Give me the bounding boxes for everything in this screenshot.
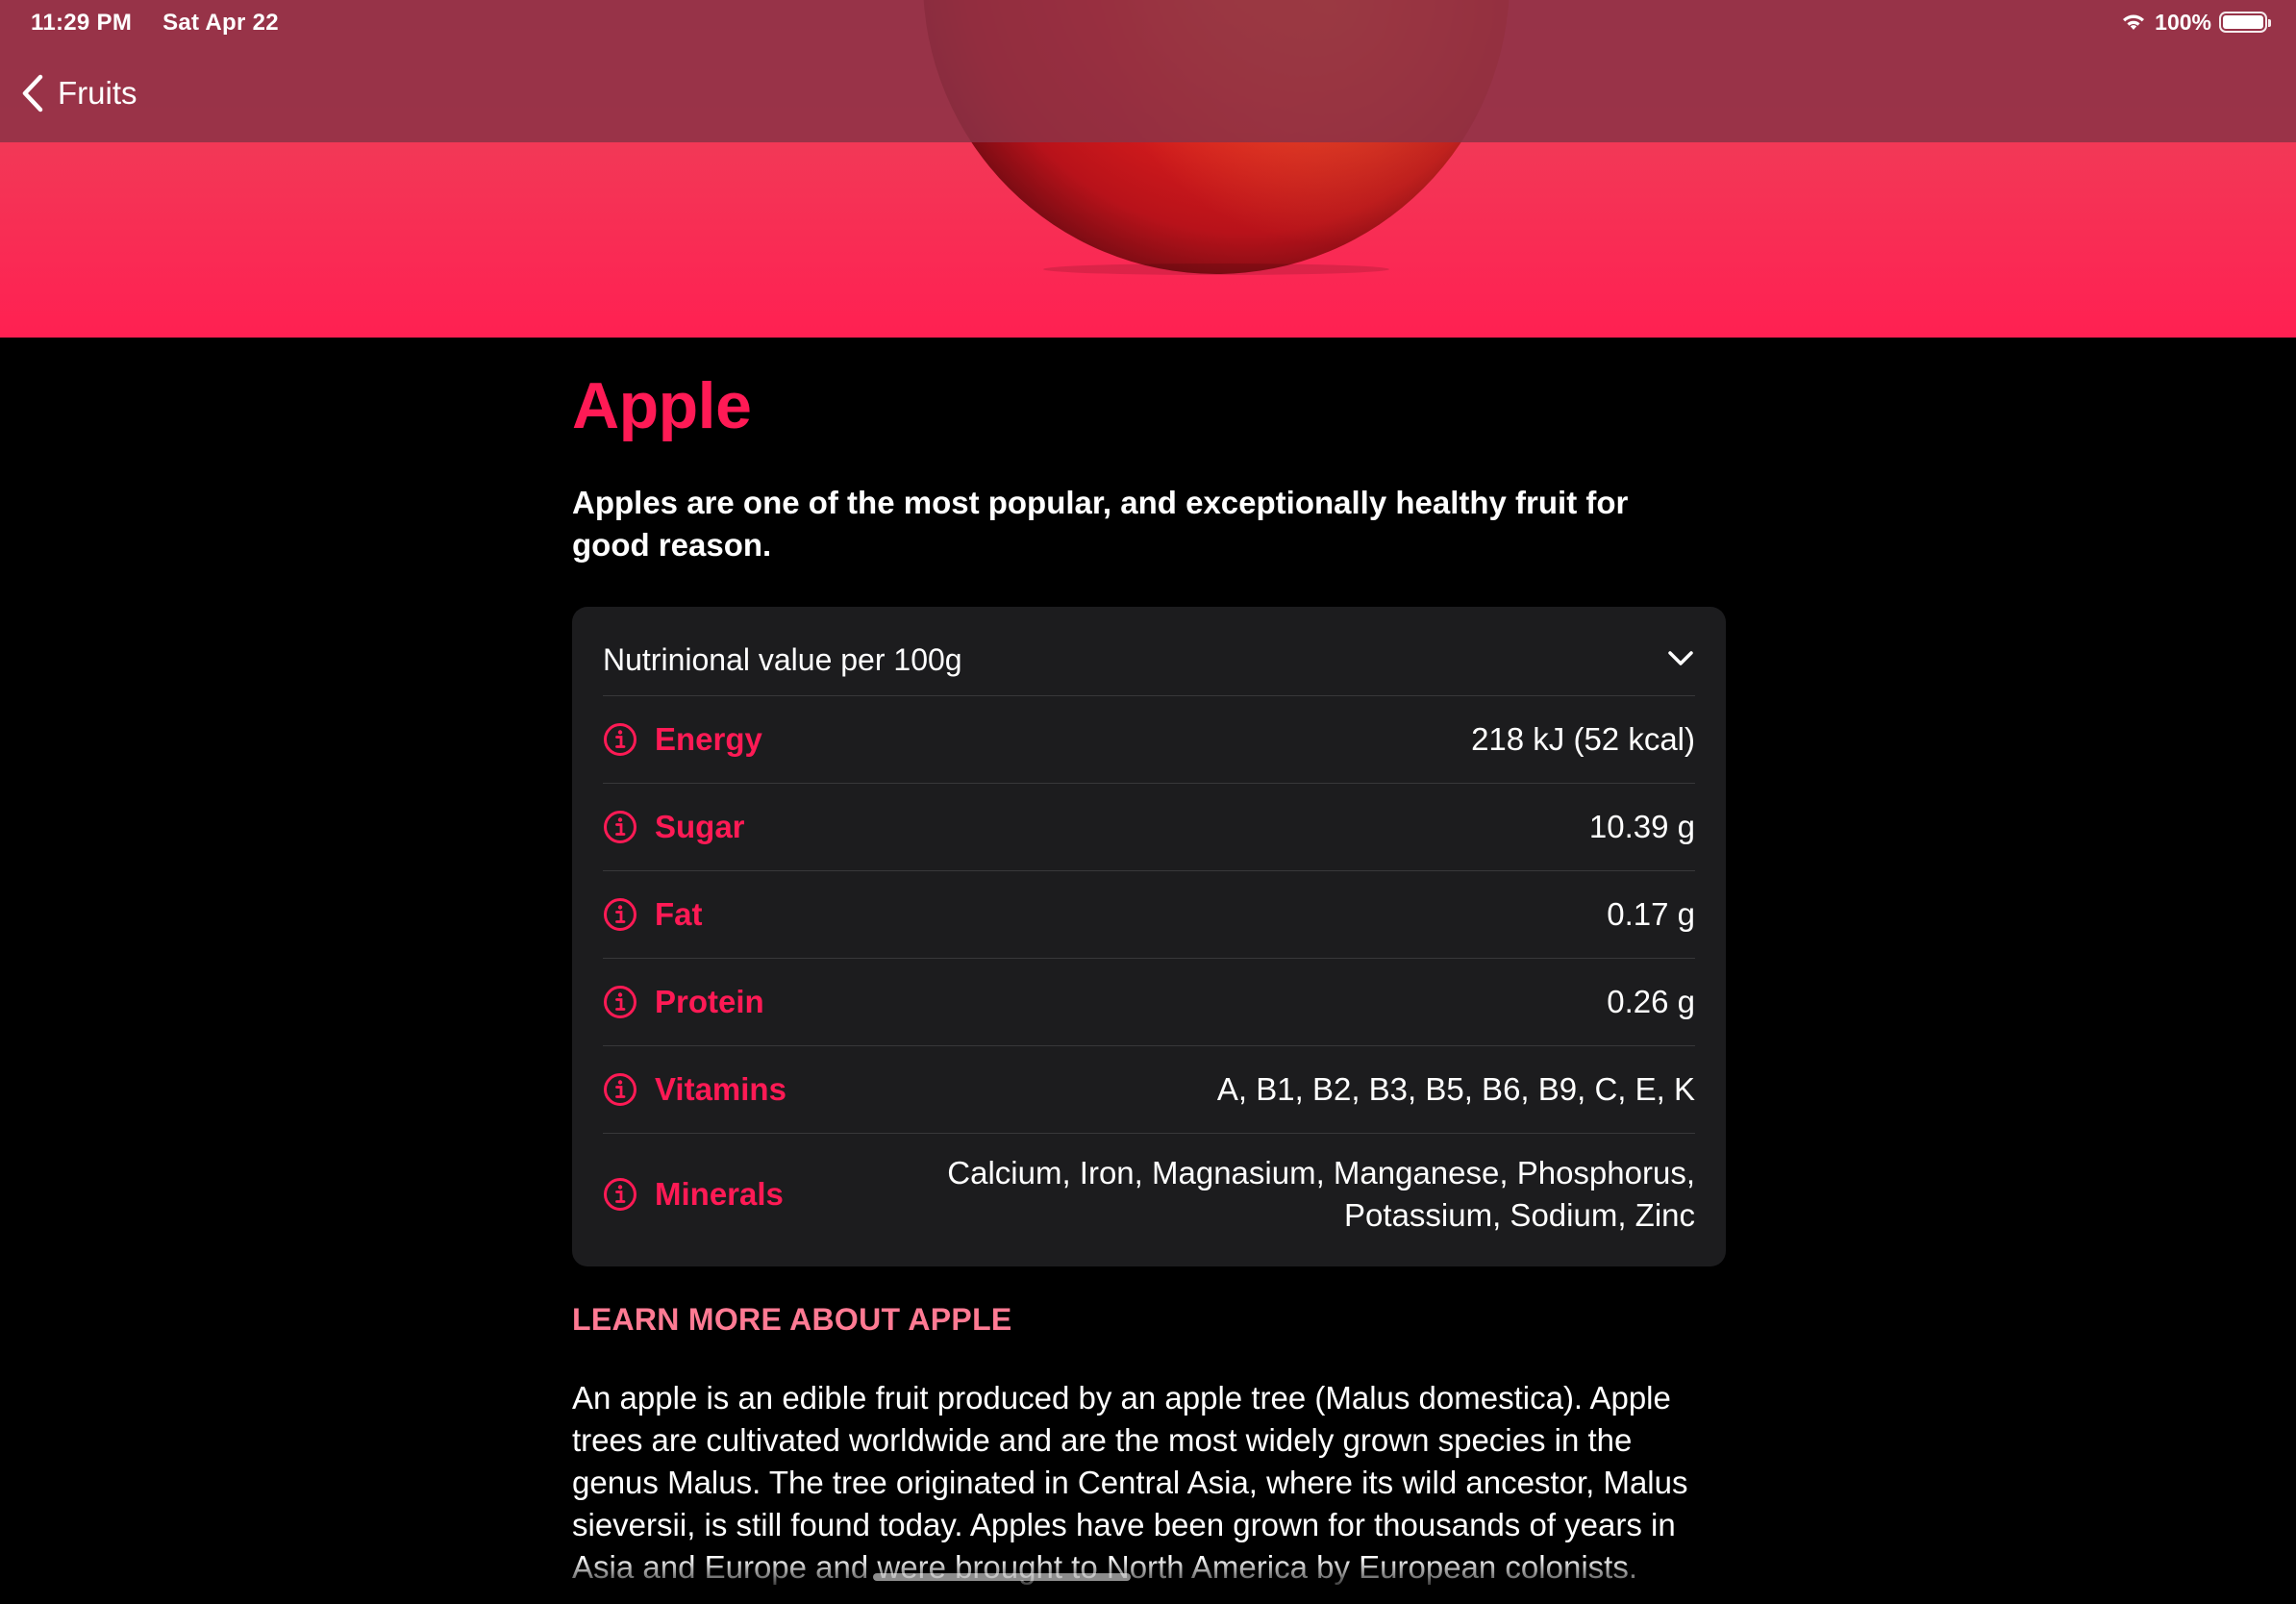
nutrition-value: 218 kJ (52 kcal): [1471, 721, 1695, 757]
learn-more-header: LEARN MORE ABOUT APPLE: [572, 1302, 1012, 1337]
fruit-subtitle: Apples are one of the most popular, and …: [572, 485, 1629, 563]
status-bar-right: 100%: [2120, 8, 2271, 37]
nutrition-row-fat: Fat 0.17 g: [603, 871, 1695, 959]
nutrition-label: Fat: [655, 896, 703, 932]
battery-percent: 100%: [2155, 9, 2211, 35]
info-icon[interactable]: [603, 810, 637, 844]
info-icon[interactable]: [603, 1177, 637, 1212]
battery-icon: [2219, 12, 2271, 33]
info-icon[interactable]: [603, 897, 637, 932]
chevron-left-icon: [22, 74, 43, 113]
info-icon[interactable]: [603, 1072, 637, 1107]
nutrition-row-sugar: Sugar 10.39 g: [603, 784, 1695, 871]
nutrition-label: Energy: [655, 721, 762, 757]
hero-header: 11:29 PM Sat Apr 22 100% Fruits: [0, 0, 2296, 338]
back-button-label: Fruits: [58, 75, 137, 111]
home-indicator[interactable]: [873, 1573, 1131, 1581]
learn-more-body: An apple is an edible fruit produced by …: [572, 1380, 1688, 1585]
status-bar-time: 11:29 PM Sat Apr 22: [31, 10, 279, 37]
nutrition-value: 10.39 g: [1588, 809, 1695, 844]
nutrition-row-energy: Energy 218 kJ (52 kcal): [603, 696, 1695, 784]
chevron-down-icon: [1668, 651, 1693, 665]
nutrition-card: Nutrinional value per 100g Energy 218 kJ…: [572, 607, 1726, 1266]
nutrition-label: Vitamins: [655, 1071, 786, 1107]
nutrition-label: Protein: [655, 984, 764, 1019]
navigation-bar: 11:29 PM Sat Apr 22 100% Fruits: [0, 0, 2296, 142]
nutrition-value: 0.26 g: [1607, 984, 1695, 1019]
nutrition-value: 0.17 g: [1607, 896, 1695, 932]
nutrition-label: Minerals: [655, 1176, 784, 1212]
nutrition-row-minerals: Minerals Calcium, Iron, Magnasium, Manga…: [603, 1134, 1695, 1255]
info-icon[interactable]: [603, 722, 637, 757]
status-time: 11:29 PM: [31, 10, 133, 36]
wifi-icon: [2123, 14, 2145, 30]
bottom-fade: [0, 1558, 2296, 1604]
nutrition-label: Sugar: [655, 809, 745, 844]
nutrition-header-label: Nutrinional value per 100g: [603, 641, 962, 677]
nutrition-value: Calcium, Iron, Magnasium, Manganese, Pho…: [947, 1155, 1695, 1233]
status-date: Sat Apr 22: [162, 10, 279, 36]
nutrition-row-vitamins: Vitamins A, B1, B2, B3, B5, B6, B9, C, E…: [603, 1046, 1695, 1134]
nutrition-disclosure-header[interactable]: Nutrinional value per 100g: [603, 607, 1695, 696]
nutrition-value: A, B1, B2, B3, B5, B6, B9, C, E, K: [1216, 1071, 1695, 1107]
page-title: Apple: [572, 369, 752, 442]
nutrition-row-protein: Protein 0.26 g: [603, 959, 1695, 1046]
info-icon[interactable]: [603, 985, 637, 1019]
back-button[interactable]: Fruits: [21, 69, 137, 117]
